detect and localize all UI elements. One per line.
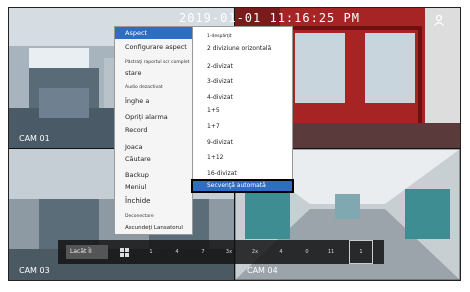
submenu-item-3-split[interactable]: 3-divizat bbox=[207, 78, 233, 85]
launcher-toolbar: Lacăt ÎI 1 4 7 3x 2x 4 0 11 1 bbox=[58, 240, 384, 264]
menu-item-freeze[interactable]: Înghe a bbox=[125, 97, 149, 105]
dvr-frame: CAM 01 CAM 03 CAM 04 2019-01-01 11:16:25… bbox=[0, 0, 470, 292]
menu-item-menu[interactable]: Meniul bbox=[125, 183, 146, 191]
menu-item-close[interactable]: Închide bbox=[125, 197, 150, 205]
submenu-item-9-split[interactable]: 9-divizat bbox=[207, 139, 233, 146]
submenu-item-4-split[interactable]: 4-divizat bbox=[207, 94, 233, 101]
toolbar-button-2[interactable]: 4 bbox=[170, 245, 184, 259]
menu-item-keep-ratio[interactable]: Păstraţi raportul scr complet bbox=[125, 60, 189, 65]
submenu-item-2-horizontal[interactable]: 2 diviziune orizontală bbox=[207, 45, 271, 52]
menu-item-record[interactable]: Record bbox=[125, 126, 147, 134]
toolbar-button-6[interactable]: 4 bbox=[274, 245, 288, 259]
toolbar-button-4[interactable]: 3x bbox=[222, 245, 236, 259]
menu-item-layout-settings[interactable]: Configurare aspect bbox=[125, 43, 187, 51]
toolbar-button-8[interactable]: 11 bbox=[324, 245, 338, 259]
toolbar-layout-icon[interactable] bbox=[118, 245, 132, 259]
menu-item-audio-off[interactable]: Audio dezactivat bbox=[125, 85, 163, 90]
menu-item-stop-alarm[interactable]: Opriți alarma bbox=[125, 113, 168, 121]
submenu-item-single[interactable]: 1-despărţit bbox=[207, 34, 232, 39]
camera-1-label: CAM 01 bbox=[19, 134, 50, 143]
submenu-item-1plus12[interactable]: 1+12 bbox=[207, 154, 223, 161]
date-time-display: 2019-01-01 11:16:25 PM bbox=[179, 11, 360, 25]
submenu-item-16-split[interactable]: 16-divizat bbox=[207, 170, 237, 177]
lock-button[interactable]: Lacăt ÎI bbox=[66, 245, 108, 259]
toolbar-button-9: 1 bbox=[359, 249, 363, 255]
menu-item-backup[interactable]: Backup bbox=[125, 171, 149, 179]
submenu-item-1plus5[interactable]: 1+5 bbox=[207, 107, 220, 114]
submenu-item-1plus7[interactable]: 1+7 bbox=[207, 123, 220, 130]
menu-item-logout[interactable]: Deconectare bbox=[125, 214, 154, 219]
user-icon[interactable] bbox=[433, 14, 445, 26]
menu-item-play[interactable]: Joaca bbox=[125, 143, 142, 151]
submenu-item-2-split[interactable]: 2-divizat bbox=[207, 63, 233, 70]
menu-item-search[interactable]: Căutare bbox=[125, 155, 151, 163]
menu-item-hide-launcher[interactable]: Ascundeţi Lansatorul bbox=[125, 225, 183, 231]
aspect-submenu: 1-despărţit 2 diviziune orizontală 2-div… bbox=[191, 26, 294, 193]
camera-4-label: CAM 04 bbox=[247, 266, 278, 275]
camera-3-label: CAM 03 bbox=[19, 266, 50, 275]
toolbar-button-1[interactable]: 1 bbox=[144, 245, 158, 259]
toolbar-button-5[interactable]: 2x bbox=[248, 245, 262, 259]
menu-item-status[interactable]: stare bbox=[125, 69, 141, 77]
menu-item-aspect[interactable]: Aspect bbox=[115, 27, 192, 39]
toolbar-selected-button[interactable]: 1 bbox=[349, 240, 373, 264]
toolbar-button-7[interactable]: 0 bbox=[300, 245, 314, 259]
toolbar-button-3[interactable]: 7 bbox=[196, 245, 210, 259]
grid-icon bbox=[120, 248, 129, 257]
context-menu: Aspect Configurare aspect Păstraţi rapor… bbox=[114, 26, 193, 235]
submenu-item-auto-sequence[interactable]: Secvenţă automată bbox=[191, 179, 294, 193]
